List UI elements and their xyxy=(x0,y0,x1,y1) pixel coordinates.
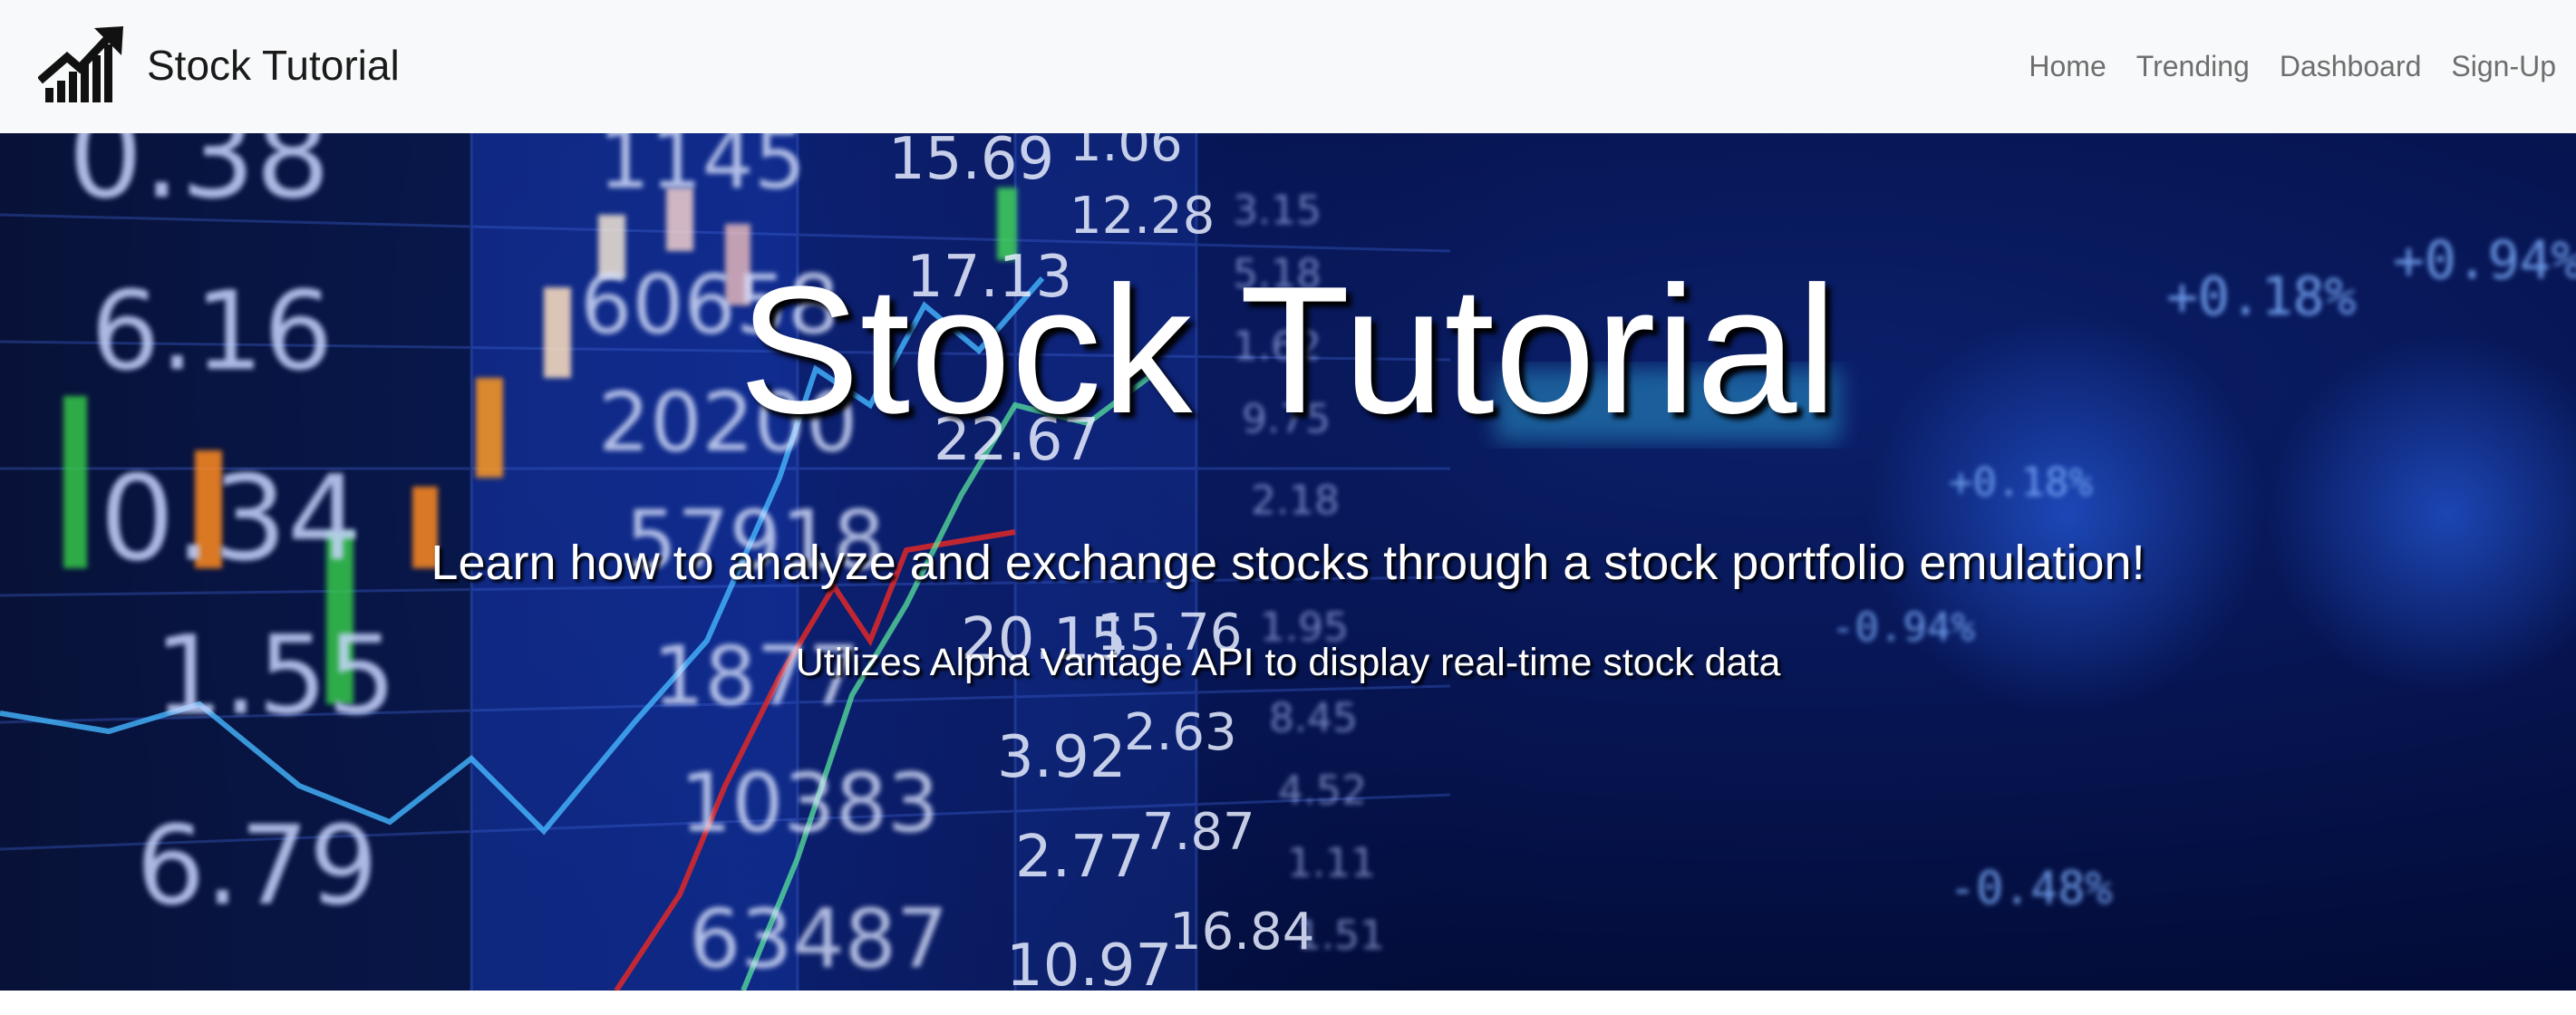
nav-link-trending[interactable]: Trending xyxy=(2136,50,2250,83)
svg-text:-0.48%: -0.48% xyxy=(1949,862,2113,914)
svg-text:63487: 63487 xyxy=(689,892,948,987)
svg-text:1145: 1145 xyxy=(598,133,806,208)
nav-link-sign-up[interactable]: Sign-Up xyxy=(2451,50,2556,83)
svg-text:10.97: 10.97 xyxy=(1006,933,1172,991)
nav-link-home[interactable]: Home xyxy=(2029,50,2106,83)
brand-name: Stock Tutorial xyxy=(147,42,400,89)
svg-text:1.06: 1.06 xyxy=(1070,133,1183,173)
svg-text:2.77: 2.77 xyxy=(1015,824,1145,891)
svg-text:10383: 10383 xyxy=(680,756,939,851)
hero-subtitle: Learn how to analyze and exchange stocks… xyxy=(431,536,2145,590)
nav-links: Home Trending Dashboard Sign-Up xyxy=(1999,0,2556,133)
svg-text:3.92: 3.92 xyxy=(997,724,1127,791)
hero-caption: Utilizes Alpha Vantage API to display re… xyxy=(795,641,1781,684)
svg-text:3.15: 3.15 xyxy=(1233,188,1322,234)
svg-text:2.18: 2.18 xyxy=(1251,478,1340,524)
nav-link-dashboard[interactable]: Dashboard xyxy=(2280,50,2422,83)
svg-text:2.63: 2.63 xyxy=(1124,703,1237,762)
svg-text:+0.18%: +0.18% xyxy=(1949,459,2093,506)
stock-chart-arrow-icon xyxy=(38,26,123,102)
svg-text:16.84: 16.84 xyxy=(1169,903,1314,962)
svg-text:12.28: 12.28 xyxy=(1070,187,1215,246)
svg-text:6.79: 6.79 xyxy=(136,804,378,930)
svg-text:7.87: 7.87 xyxy=(1142,803,1255,862)
svg-text:1.51: 1.51 xyxy=(1296,913,1385,959)
hero-title: Stock Tutorial xyxy=(739,249,1837,451)
svg-text:1.11: 1.11 xyxy=(1287,840,1376,886)
svg-text:0.38: 0.38 xyxy=(68,133,330,225)
hero-banner: 0.38 6.16 0.34 1.55 6.79 1145 60658 2020… xyxy=(0,133,2576,991)
svg-text:8.45: 8.45 xyxy=(1269,695,1358,741)
svg-text:15.69: 15.69 xyxy=(888,133,1054,193)
navbar: Stock Tutorial Home Trending Dashboard S… xyxy=(0,0,2576,133)
svg-text:4.52: 4.52 xyxy=(1278,768,1367,814)
brand-link[interactable]: Stock Tutorial xyxy=(38,24,400,107)
